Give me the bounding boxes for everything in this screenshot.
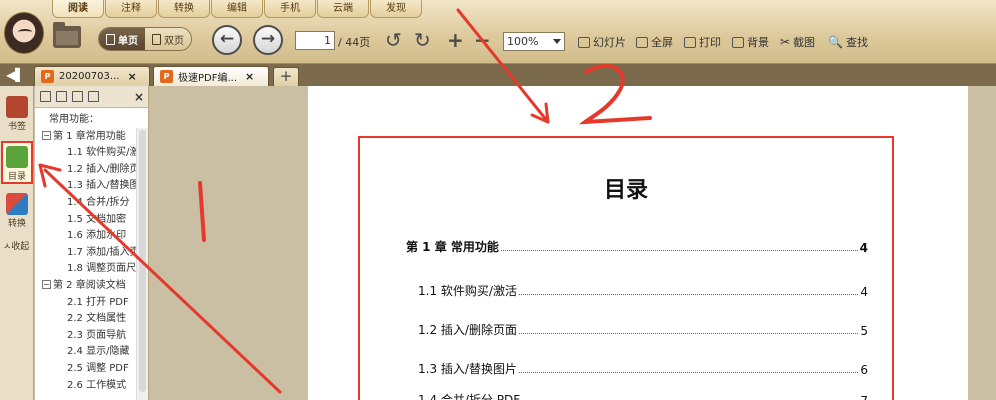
outline-item[interactable]: 1.2 插入/删除页面 <box>37 162 138 179</box>
close-panel-icon[interactable]: × <box>134 90 144 104</box>
outline-item[interactable]: 2.6 工作模式 <box>37 378 138 395</box>
left-rail: 书签 目录 转换 ㅅ收起 <box>0 86 34 400</box>
toc-highlight-frame: 目录 第 1 章 常用功能 4 1.1 软件购买/激活 4 1.2 插入/删除页面 5 1.… <box>358 136 894 400</box>
expand-all-icon[interactable] <box>40 91 51 102</box>
outline-chapter[interactable]: − 第 1 章常用功能 <box>37 129 138 146</box>
page-title: 目录 <box>603 178 648 203</box>
user-avatar[interactable] <box>4 12 44 54</box>
search-icon: 🔍 <box>828 35 843 49</box>
collapse-node-icon[interactable]: − <box>42 280 51 290</box>
zoom-select[interactable]: 100% <box>503 32 565 51</box>
page-number-input[interactable]: 1 <box>295 31 335 50</box>
outline-item[interactable]: 1.8 调整页面尺 <box>37 261 138 278</box>
slideshow-button[interactable]: 幻灯片 <box>578 34 626 50</box>
scissors-icon: ✂ <box>780 35 791 49</box>
toc-leader-dots <box>500 250 858 251</box>
rotate-left-icon[interactable]: ↺ <box>385 29 402 51</box>
document-tab-2[interactable]: P 极速PDF编... × <box>153 66 269 86</box>
rail-toc[interactable]: 目录 <box>1 141 33 184</box>
background-icon <box>732 36 744 48</box>
outline-item[interactable]: 1.4 合并/拆分 <box>37 195 138 212</box>
document-canvas: 目录 第 1 章 常用功能 4 1.1 软件购买/激活 4 1.2 插入/删除页面 5 1.… <box>150 86 996 400</box>
outline-item[interactable]: 2.3 页面导航 <box>37 328 138 345</box>
outline-item[interactable]: 1.5 文档加密 <box>37 212 138 229</box>
page-total: / 44页 <box>338 36 371 49</box>
bookmark-icon <box>6 96 28 118</box>
outline-item[interactable]: 2.4 显示/隐藏 <box>37 344 138 361</box>
pdf-file-icon: P <box>41 70 54 83</box>
tab-convert[interactable]: 转换 <box>158 0 210 18</box>
toc-entry[interactable]: 1.3 插入/替换图片 6 <box>418 360 868 377</box>
next-page-button[interactable]: → <box>253 25 283 55</box>
single-page-button[interactable]: 单页 <box>99 28 145 50</box>
double-page-button[interactable]: 双页 <box>145 28 191 50</box>
screenshot-button[interactable]: ✂ 截图 <box>780 34 815 50</box>
find-button[interactable]: 🔍 查找 <box>828 34 868 50</box>
pdf-page: 目录 第 1 章 常用功能 4 1.1 软件购买/激活 4 1.2 插入/删除页面 5 1.… <box>308 86 968 400</box>
tab-read[interactable]: 阅读 <box>52 0 104 18</box>
collapse-node-icon[interactable]: − <box>42 131 51 141</box>
background-button[interactable]: 背景 <box>732 34 769 50</box>
tab-discover[interactable]: 发现 <box>370 0 422 18</box>
zoom-in-icon[interactable]: + <box>447 29 464 51</box>
outline-item[interactable]: 1.3 插入/替换图片 <box>37 178 138 195</box>
outline-scrollbar[interactable] <box>136 128 148 400</box>
zoom-out-icon[interactable]: − <box>474 29 491 51</box>
new-tab-button[interactable]: + <box>273 67 299 86</box>
outline-panel: × 常用功能：−第 1 章常用功能1.1 软件购买/激活1.2 插入/删除页面1… <box>35 86 149 400</box>
close-tab-icon[interactable]: × <box>127 70 136 83</box>
view-mode-toggle: 单页 双页 <box>98 27 192 51</box>
outline-tree: 常用功能：−第 1 章常用功能1.1 软件购买/激活1.2 插入/删除页面1.3… <box>37 112 138 394</box>
rail-collapse[interactable]: ㅅ收起 <box>3 239 29 252</box>
toc-entry[interactable]: 第 1 章 常用功能 4 <box>406 238 868 255</box>
tab-edit[interactable]: 编辑 <box>211 0 263 18</box>
menu-tabs: 阅读 注释 转换 编辑 手机 云端 发现 <box>52 0 423 18</box>
rotate-right-icon[interactable]: ↻ <box>414 29 431 51</box>
outline-item[interactable]: 2.2 文档属性 <box>37 311 138 328</box>
slideshow-icon <box>578 36 590 48</box>
tab-mobile[interactable]: 手机 <box>264 0 316 18</box>
tab-cloud[interactable]: 云端 <box>317 0 369 18</box>
rail-convert[interactable]: 转换 <box>3 193 31 229</box>
outline-item[interactable]: 2.5 调整 PDF <box>37 361 138 378</box>
outline-item[interactable]: 1.7 添加/插入页 <box>37 245 138 262</box>
outline-root[interactable]: 常用功能： <box>37 112 138 129</box>
rail-bookmark[interactable]: 书签 <box>3 96 31 132</box>
toc-leader-dots <box>518 372 859 373</box>
close-tab-icon[interactable]: × <box>245 70 254 83</box>
convert-icon <box>6 193 28 215</box>
toc-entry[interactable]: 1.4 合并/拆分 PDF7 <box>418 391 868 400</box>
add-bookmark-icon[interactable] <box>72 91 83 102</box>
toc-entry[interactable]: 1.1 软件购买/激活 4 <box>418 282 868 299</box>
open-folder-icon[interactable] <box>53 22 81 48</box>
document-tab-bar: ◀▌ P 20200703... × P 极速PDF编... × + <box>0 64 996 86</box>
outline-chapter[interactable]: − 第 2 章阅读文档 <box>37 278 138 295</box>
arrow-right-icon: → <box>260 29 276 49</box>
collapse-all-icon[interactable] <box>56 91 67 102</box>
document-tab-1[interactable]: P 20200703... × <box>34 66 150 86</box>
toc-icon <box>6 146 28 168</box>
arrow-left-icon: ← <box>219 29 235 49</box>
printer-icon <box>684 36 696 48</box>
outline-item[interactable]: 1.1 软件购买/激活 <box>37 145 138 162</box>
tab-annotate[interactable]: 注释 <box>105 0 157 18</box>
fullscreen-icon <box>636 36 648 48</box>
outline-header: × <box>35 86 148 108</box>
delete-bookmark-icon[interactable] <box>88 91 99 102</box>
toc-entry[interactable]: 1.2 插入/删除页面 5 <box>418 321 868 338</box>
pdf-file-icon: P <box>160 70 173 83</box>
outline-item[interactable]: 2.1 打开 PDF <box>37 295 138 312</box>
outline-item[interactable]: 1.6 添加水印 <box>37 228 138 245</box>
toc-leader-dots <box>518 294 859 295</box>
print-button[interactable]: 打印 <box>684 34 721 50</box>
toc-leader-dots <box>518 333 859 334</box>
fullscreen-button[interactable]: 全屏 <box>636 34 673 50</box>
prev-page-button[interactable]: ← <box>212 25 242 55</box>
toggle-sidebar-icon[interactable]: ◀▌ <box>6 68 24 82</box>
